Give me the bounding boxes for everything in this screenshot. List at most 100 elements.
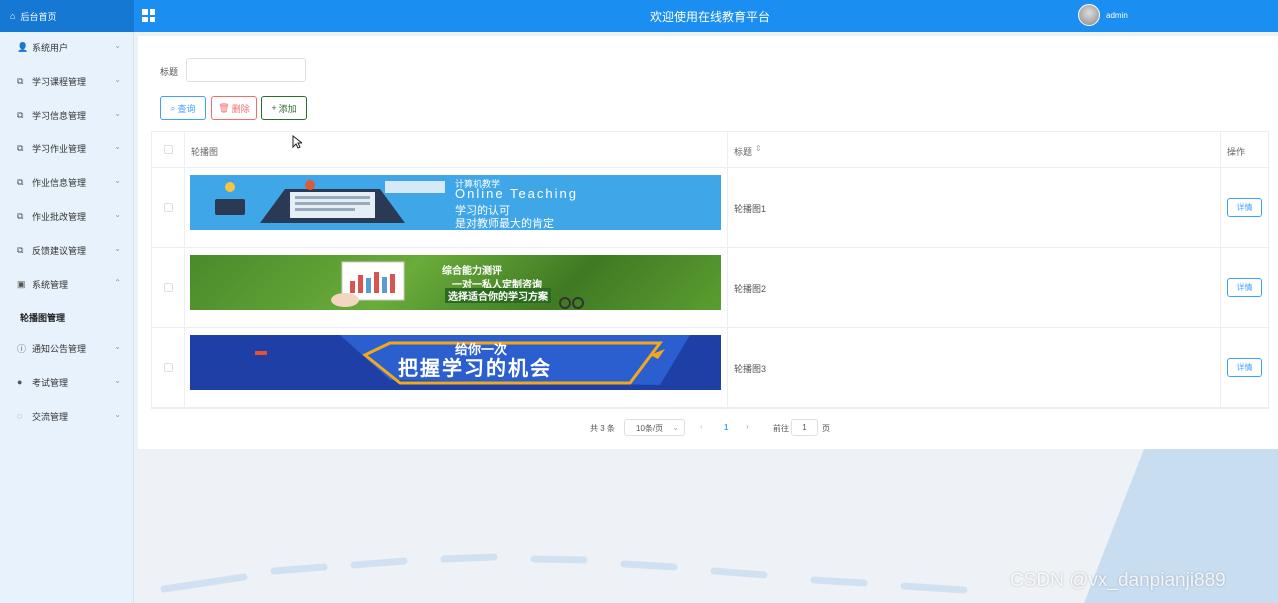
chevron-down-icon: ⌄ — [114, 410, 121, 419]
prev-page-icon[interactable]: ‹ — [700, 422, 703, 431]
goto-page-input[interactable]: 1 — [791, 419, 818, 436]
search-title-label: 标题 — [160, 67, 179, 77]
page-size-select[interactable]: 10条/页 ⌄ — [624, 419, 685, 436]
sidebar-item-system[interactable]: ▣ 系统管理 ⌃ — [0, 269, 134, 299]
add-button-label: 添加 — [278, 103, 297, 114]
watermark-text: CSDN @vx_danpianji889 — [1010, 570, 1226, 591]
sidebar-item-label: 学习信息管理 — [32, 110, 87, 121]
chevron-down-icon: ⌄ — [114, 109, 121, 118]
sidebar-item-label: 作业信息管理 — [32, 177, 87, 188]
table-header: 轮播图 标题 ⇕ 操作 — [152, 132, 1270, 168]
search-icon: ⌕ — [170, 102, 176, 113]
page-size-value: 10条/页 — [636, 424, 664, 433]
sidebar: 👤 系统用户 ⌄ ⧉ 学习课程管理 ⌄ ⧉ 学习信息管理 ⌄ ⧉ 学习作业管理 … — [0, 32, 134, 603]
header-image: 轮播图 — [185, 132, 728, 167]
external-box-icon: ⧉ — [17, 210, 24, 221]
external-box-icon: ⧉ — [17, 109, 24, 120]
picture-icon: ▣ — [17, 278, 26, 289]
sidebar-item-label: 学习课程管理 — [32, 76, 87, 87]
select-all-checkbox[interactable] — [163, 145, 173, 154]
sidebar-item-homework-info[interactable]: ⧉ 作业信息管理 ⌄ — [0, 167, 134, 197]
sidebar-item-exams[interactable]: ● 考试管理 ⌄ — [0, 367, 134, 397]
avatar[interactable] — [1078, 4, 1100, 26]
sidebar-item-label: 学习作业管理 — [32, 143, 87, 154]
select-all-cell — [152, 132, 185, 167]
sidebar-item-courses[interactable]: ⧉ 学习课程管理 ⌄ — [0, 66, 134, 96]
sidebar-item-label: 作业批改管理 — [32, 211, 87, 222]
row-title: 轮播图1 — [734, 204, 767, 214]
row-image-cell: 综合能力测评 一对一私人定制咨询 选择适合你的学习方案 — [185, 248, 728, 327]
next-page-icon[interactable]: › — [746, 422, 749, 431]
page-number-current[interactable]: 1 — [724, 423, 728, 432]
mouse-cursor-icon — [292, 135, 302, 149]
row-title: 轮播图2 — [734, 284, 767, 294]
row-checkbox[interactable] — [163, 363, 173, 372]
sidebar-item-label: 反馈建议管理 — [32, 245, 87, 256]
table-row: 给你一次 把握学习的机会 轮播图3 详情 — [152, 328, 1270, 408]
goto-label: 前往 — [773, 424, 789, 433]
sidebar-item-communication[interactable]: ◌ 交流管理 ⌄ — [0, 401, 134, 431]
external-box-icon: ⧉ — [17, 244, 24, 255]
detail-button[interactable]: 详情 — [1227, 198, 1262, 217]
detail-button[interactable]: 详情 — [1227, 358, 1262, 377]
delete-button-label: 删除 — [231, 103, 250, 114]
info-circle-icon: ⓘ — [17, 343, 27, 354]
banner-3-line2: 把握学习的机会 — [398, 358, 552, 380]
banner-1-line4: 是对教师最大的肯定 — [455, 218, 554, 230]
row-checkbox-cell — [152, 328, 185, 407]
sidebar-item-study-info[interactable]: ⧉ 学习信息管理 ⌄ — [0, 100, 134, 130]
chat-bubble-icon: ◌ — [17, 411, 23, 421]
row-ops-cell: 详情 — [1221, 168, 1270, 247]
chevron-down-icon: ⌄ — [114, 210, 121, 219]
username[interactable]: admin — [1106, 11, 1128, 20]
carousel-table: 轮播图 标题 ⇕ 操作 计算机教学 Online Teaching 学习的认可 … — [151, 131, 1270, 409]
chevron-down-icon: ⌄ — [114, 41, 121, 50]
row-checkbox-cell — [152, 248, 185, 327]
top-bar: ⌂ 后台首页 欢迎使用在线教育平台 admin — [0, 0, 1278, 32]
chevron-down-icon: ⌄ — [114, 244, 121, 253]
sidebar-item-carousel[interactable]: 轮播图管理 — [0, 302, 134, 332]
content-panel: 标题 ⌕ 查询 🗑 删除 + 添加 轮播图 标题 ⇕ 操作 计算机教学 Onli… — [138, 36, 1278, 449]
chevron-down-icon: ⌄ — [114, 142, 121, 151]
header-ops: 操作 — [1221, 132, 1270, 167]
detail-button[interactable]: 详情 — [1227, 278, 1262, 297]
search-button[interactable]: ⌕ 查询 — [160, 96, 206, 120]
chevron-down-icon: ⌄ — [114, 176, 121, 185]
row-ops-cell: 详情 — [1221, 248, 1270, 327]
sidebar-item-label: 系统用户 — [32, 42, 69, 53]
row-checkbox[interactable] — [163, 283, 173, 292]
plus-icon: + — [271, 103, 277, 113]
trash-icon: 🗑 — [218, 102, 230, 113]
row-title: 轮播图3 — [734, 364, 767, 374]
sidebar-item-label: 交流管理 — [32, 411, 69, 422]
row-image-cell: 计算机教学 Online Teaching 学习的认可 是对教师最大的肯定 — [185, 168, 728, 247]
add-button[interactable]: + 添加 — [261, 96, 307, 120]
banner-2-line1: 综合能力测评 — [442, 266, 502, 277]
pagination: 共 3 条 10条/页 ⌄ ‹ 1 › 前往 1 页 — [138, 419, 1278, 437]
row-checkbox[interactable] — [163, 203, 173, 212]
chevron-down-icon: ⌄ — [114, 75, 121, 84]
row-title-cell: 轮播图2 — [728, 248, 1221, 327]
page-suffix-label: 页 — [822, 424, 830, 433]
search-title-input[interactable] — [186, 58, 306, 82]
chevron-up-icon: ⌃ — [114, 278, 121, 287]
header-title[interactable]: 标题 ⇕ — [728, 132, 1221, 167]
banner-1-line2: Online Teaching — [455, 186, 578, 201]
row-checkbox-cell — [152, 168, 185, 247]
external-box-icon: ⧉ — [17, 142, 24, 153]
delete-button[interactable]: 🗑 删除 — [211, 96, 257, 120]
sidebar-item-grading[interactable]: ⧉ 作业批改管理 ⌄ — [0, 201, 134, 231]
sort-icon[interactable]: ⇕ — [755, 144, 762, 153]
table-row: 综合能力测评 一对一私人定制咨询 选择适合你的学习方案 轮播图2 详情 — [152, 248, 1270, 328]
external-box-icon: ⧉ — [17, 75, 24, 86]
sidebar-item-label: 系统管理 — [32, 279, 69, 290]
header-title-label: 标题 — [734, 147, 753, 157]
sidebar-item-system-users[interactable]: 👤 系统用户 ⌄ — [0, 32, 134, 62]
sidebar-item-notices[interactable]: ⓘ 通知公告管理 ⌄ — [0, 333, 134, 363]
sidebar-item-label: 考试管理 — [32, 377, 69, 388]
carousel-image-1: 计算机教学 Online Teaching 学习的认可 是对教师最大的肯定 — [190, 175, 721, 230]
pagination-total: 共 3 条 — [590, 424, 615, 433]
sidebar-item-feedback[interactable]: ⧉ 反馈建议管理 ⌄ — [0, 235, 134, 265]
sidebar-item-homework[interactable]: ⧉ 学习作业管理 ⌄ — [0, 133, 134, 163]
header-image-label: 轮播图 — [191, 147, 219, 157]
